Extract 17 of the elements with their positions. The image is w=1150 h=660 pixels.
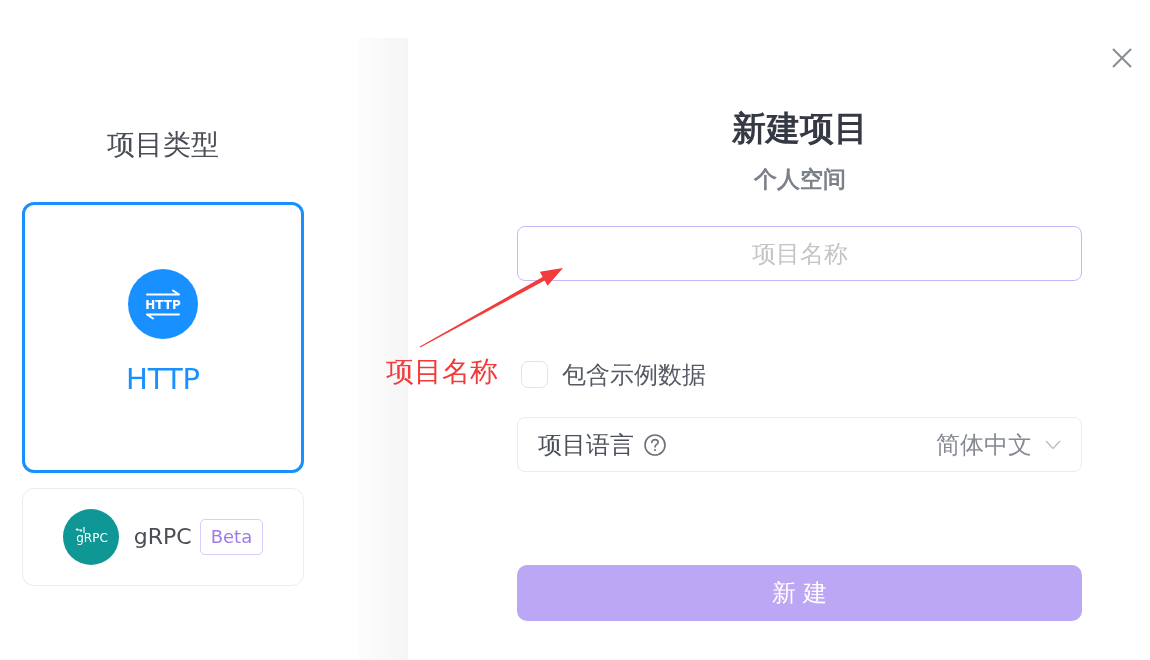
language-label: 项目语言 [538, 430, 634, 459]
project-name-input[interactable]: 项目名称 [517, 226, 1082, 281]
close-icon[interactable] [1111, 47, 1133, 69]
annotation-label: 项目名称 [386, 355, 498, 389]
language-select[interactable]: 项目语言 简体中文 [517, 417, 1082, 472]
checkbox-label: 包含示例数据 [562, 360, 706, 389]
checkbox[interactable] [521, 361, 548, 388]
dialog-subtitle: 个人空间 [753, 166, 846, 192]
language-value: 简体中文 [936, 430, 1032, 459]
dialog-title: 新建项目 [731, 109, 868, 147]
chevron-down-icon [1045, 439, 1061, 450]
grpc-icon: gRPC [62, 509, 119, 565]
http-icon: HTTP [128, 269, 198, 339]
project-type-card[interactable]: gRPC gRPC Beta [22, 488, 304, 586]
beta-badge: Beta [199, 519, 264, 555]
section-title: 项目类型 [107, 128, 219, 162]
help-icon[interactable] [644, 433, 666, 456]
